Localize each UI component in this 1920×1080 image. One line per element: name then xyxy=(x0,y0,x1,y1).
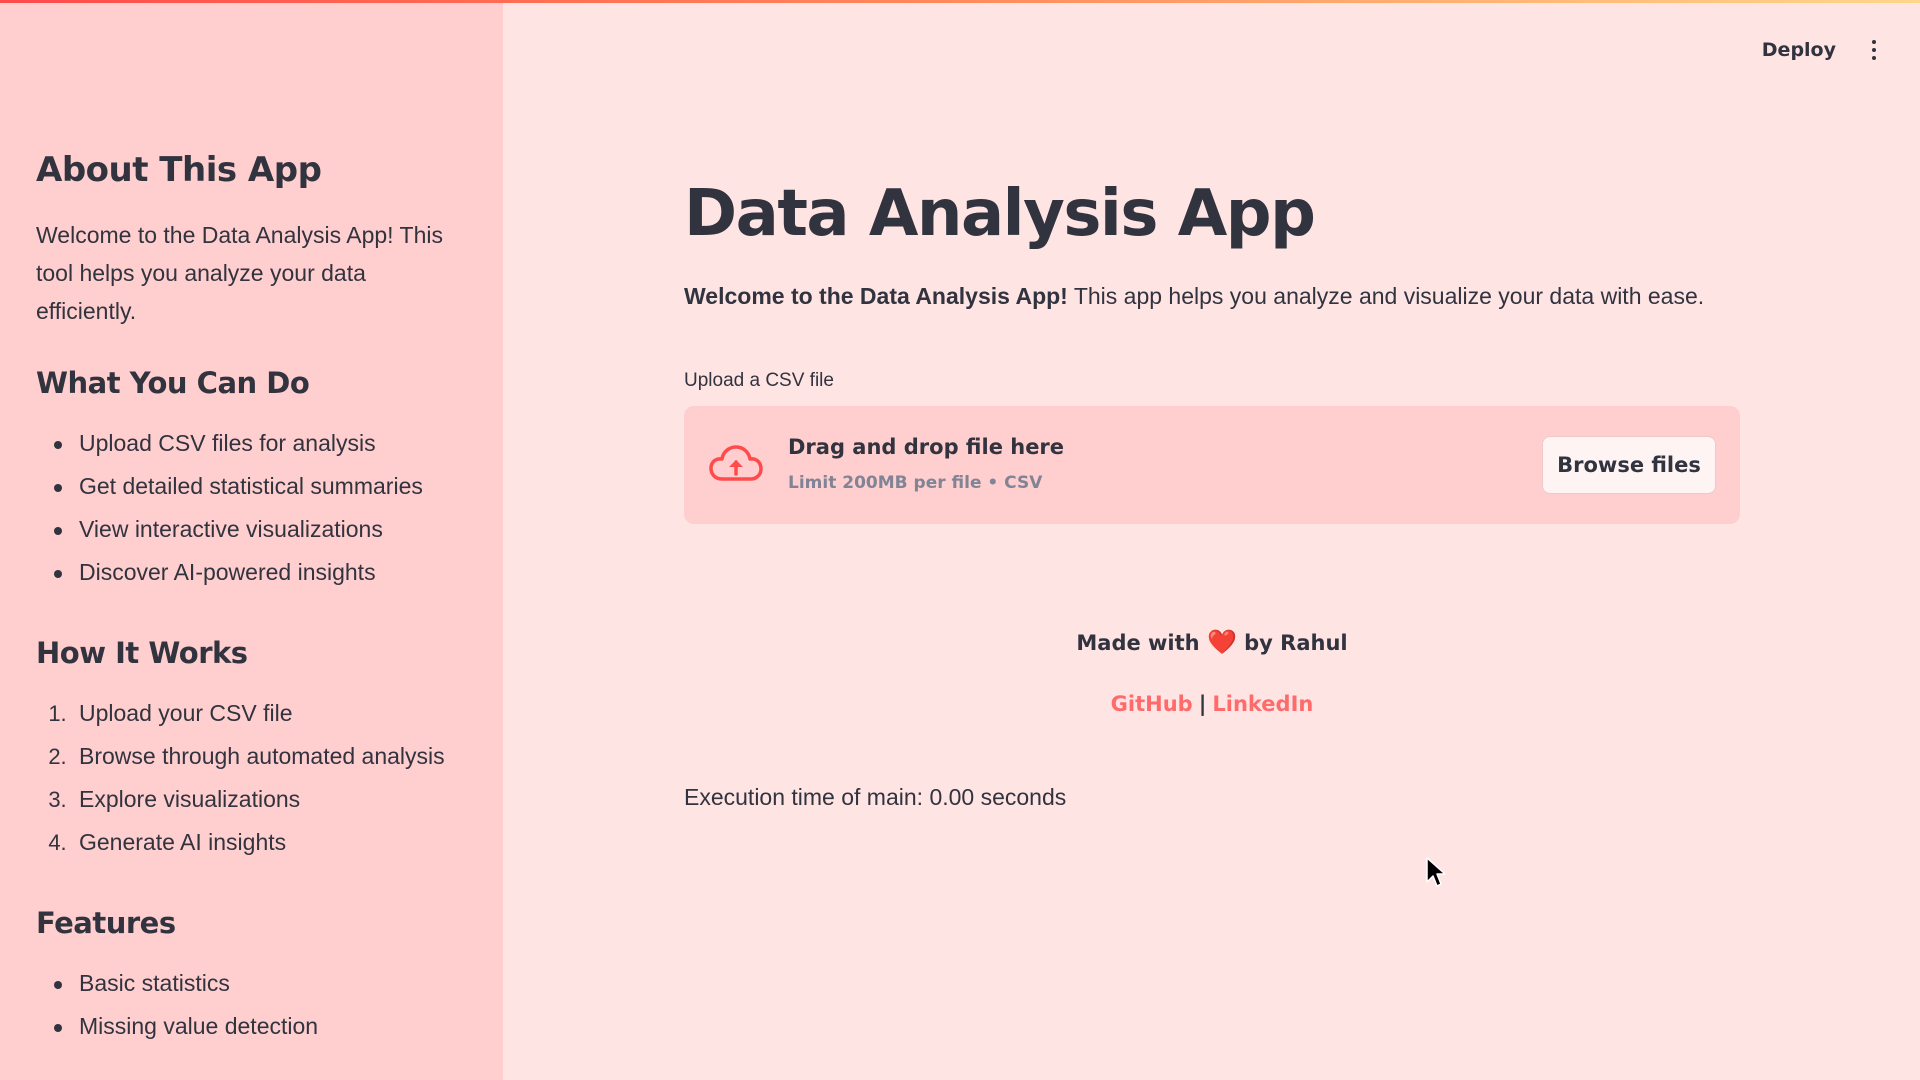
sidebar-about-text: Welcome to the Data Analysis App! This t… xyxy=(36,222,443,324)
link-separator: | xyxy=(1198,692,1207,716)
bullet-icon xyxy=(36,474,79,500)
top-decoration-bar xyxy=(0,0,1920,3)
bullet-icon xyxy=(36,971,79,997)
sidebar-features-list: Basic statistics Missing value detection xyxy=(36,962,467,1048)
execution-time-text: Execution time of main: 0.00 seconds xyxy=(684,784,1067,810)
bullet-icon xyxy=(36,1014,79,1040)
sidebar-what-list: Upload CSV files for analysis Get detail… xyxy=(36,422,467,594)
page-title: Data Analysis App xyxy=(684,177,1316,251)
sidebar-how-list: 1. Upload your CSV file 2. Browse through … xyxy=(36,692,467,864)
github-link[interactable]: GitHub xyxy=(1111,692,1193,716)
welcome-text: Welcome to the Data Analysis App! This a… xyxy=(684,279,1704,313)
bullet-icon xyxy=(36,431,79,457)
dropzone-text: Drag and drop file here Limit 200MB per … xyxy=(788,431,1542,499)
list-item: 1. Upload your CSV file xyxy=(36,692,467,735)
upload-label: Upload a CSV file xyxy=(684,370,834,391)
sidebar-what-title: What You Can Do xyxy=(36,366,310,400)
welcome-bold: Welcome to the Data Analysis App! xyxy=(684,283,1068,309)
list-item: Discover AI-powered insights xyxy=(36,551,467,594)
list-number: 1. xyxy=(48,700,67,726)
list-item: View interactive visualizations xyxy=(36,508,467,551)
list-item: 3. Explore visualizations xyxy=(36,778,467,821)
browse-files-button[interactable]: Browse files xyxy=(1542,436,1716,494)
list-number: 4. xyxy=(48,829,67,855)
cloud-upload-icon xyxy=(709,445,763,481)
kebab-menu-icon[interactable] xyxy=(1864,36,1884,64)
file-dropzone[interactable]: Drag and drop file here Limit 200MB per … xyxy=(684,406,1740,524)
deploy-button[interactable]: Deploy xyxy=(1762,39,1836,61)
list-item: 2. Browse through automated analysis xyxy=(36,735,467,778)
list-item: Basic statistics xyxy=(36,962,467,1005)
list-item: Upload CSV files for analysis xyxy=(36,422,467,465)
list-item: Get detailed statistical summaries xyxy=(36,465,467,508)
list-number: 2. xyxy=(48,743,67,769)
footer-links: GitHub | LinkedIn xyxy=(684,687,1740,721)
sidebar: About This App Welcome to the Data Analy… xyxy=(0,0,503,1080)
header-actions: Deploy xyxy=(1762,36,1884,64)
list-item: Missing value detection xyxy=(36,1005,467,1048)
list-number: 3. xyxy=(48,786,67,812)
sidebar-about-title: About This App xyxy=(36,150,322,190)
linkedin-link[interactable]: LinkedIn xyxy=(1212,692,1313,716)
welcome-rest: This app helps you analyze and visualize… xyxy=(1067,283,1705,309)
dropzone-limit: Limit 200MB per file • CSV xyxy=(788,473,1043,493)
mouse-cursor-icon xyxy=(1426,857,1446,887)
sidebar-how-title: How It Works xyxy=(36,636,248,670)
dropzone-title: Drag and drop file here xyxy=(788,435,1065,459)
heart-icon: ❤️ xyxy=(1206,628,1237,656)
bullet-icon xyxy=(36,517,79,543)
list-item: 4. Generate AI insights xyxy=(36,821,467,864)
sidebar-features-title: Features xyxy=(36,906,176,940)
bullet-icon xyxy=(36,560,79,586)
footer-credit: Made with ❤️ by Rahul xyxy=(1076,628,1348,656)
